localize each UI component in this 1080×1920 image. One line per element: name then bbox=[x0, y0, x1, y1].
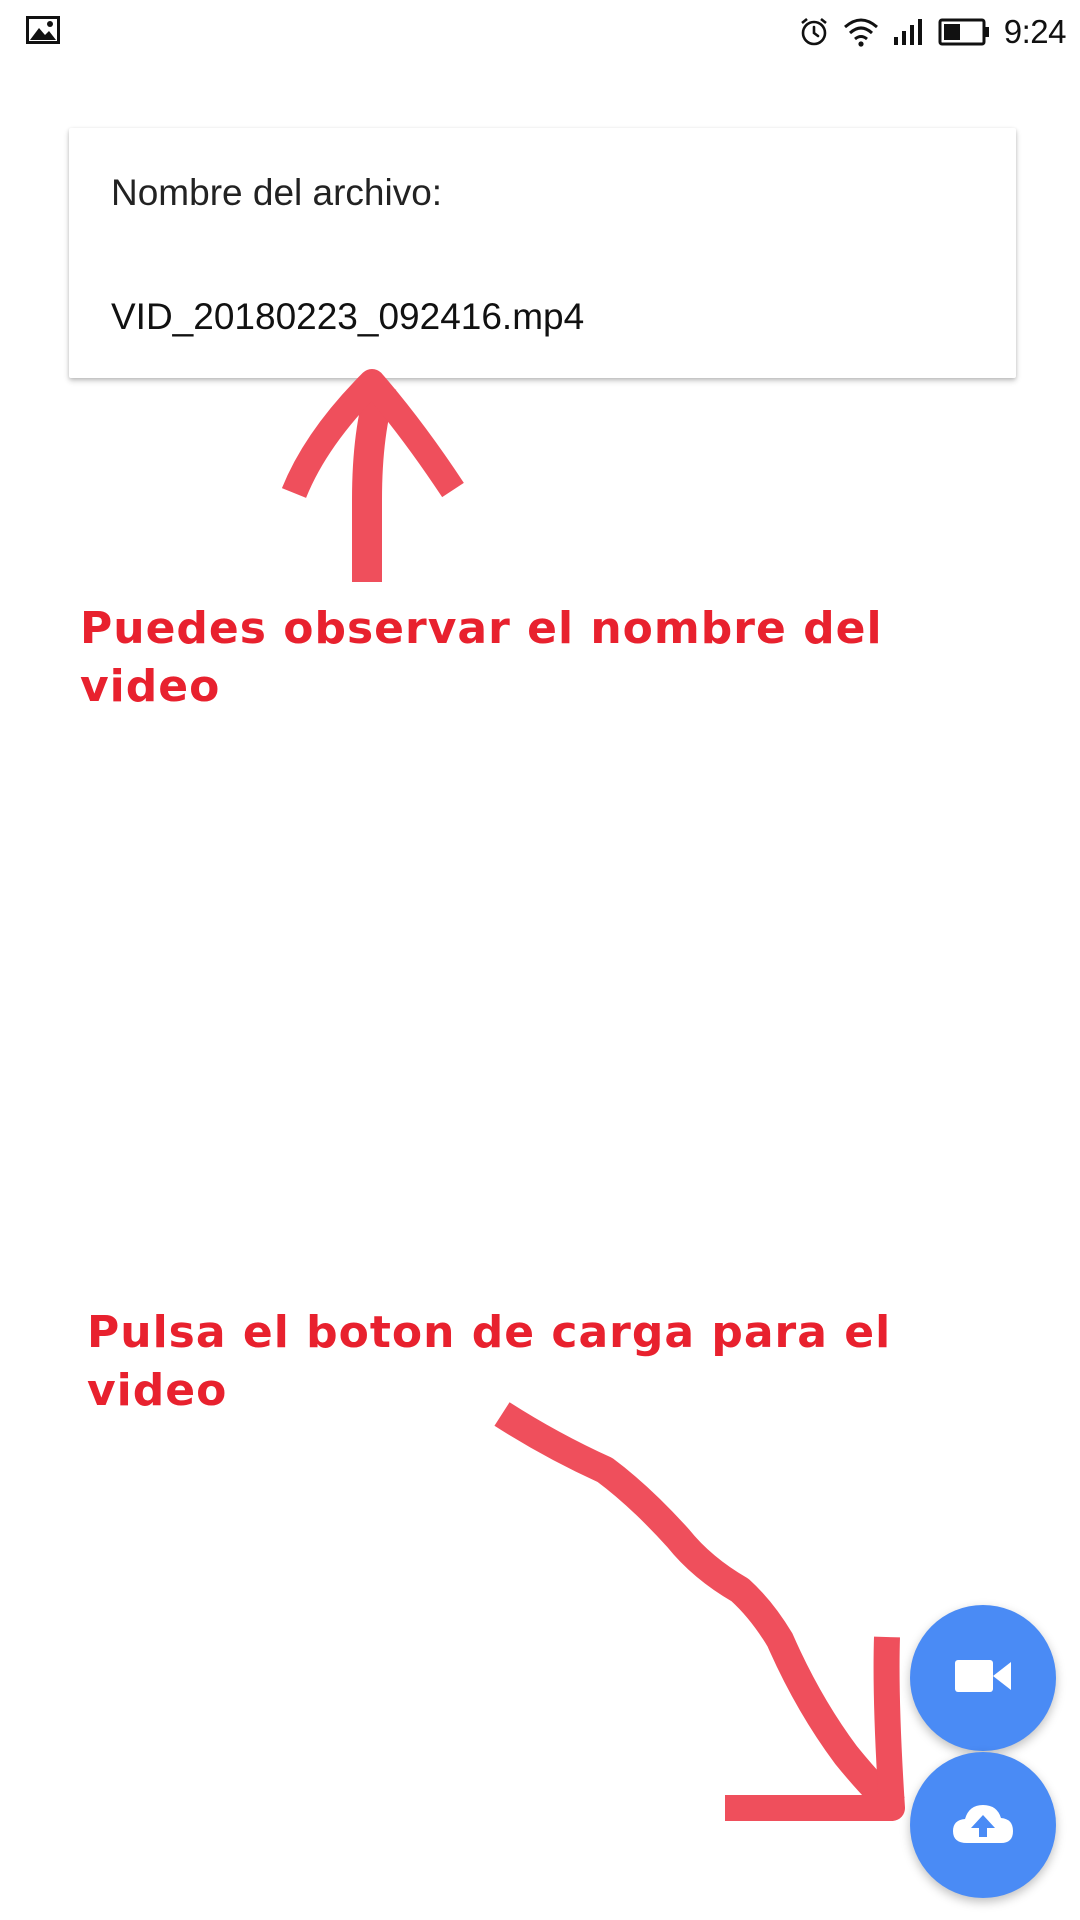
cloud-upload-icon bbox=[951, 1801, 1015, 1850]
annotation-upload: Pulsa el boton de carga para el video bbox=[87, 1304, 1007, 1420]
record-video-button[interactable] bbox=[910, 1605, 1056, 1751]
screen: 9:24 Nombre del archivo: VID_20180223_09… bbox=[0, 0, 1080, 1920]
videocam-icon bbox=[953, 1656, 1013, 1701]
file-name-label: Nombre del archivo: bbox=[111, 172, 443, 213]
annotation-line: video bbox=[80, 661, 221, 712]
annotation-line: Puedes observar el nombre del bbox=[80, 603, 883, 654]
upload-video-button[interactable] bbox=[910, 1752, 1056, 1898]
file-name-value: VID_20180223_092416.mp4 bbox=[111, 296, 585, 337]
annotation-file-name: Puedes observar el nombre del video bbox=[80, 600, 1000, 716]
status-bar: 9:24 bbox=[0, 0, 1080, 64]
up-arrow bbox=[281, 369, 464, 582]
signal-icon bbox=[892, 17, 926, 47]
annotation-line: Pulsa el boton de carga para el bbox=[87, 1307, 892, 1358]
curved-arrow bbox=[494, 1402, 905, 1821]
file-name-card: Nombre del archivo: VID_20180223_092416.… bbox=[69, 128, 1016, 378]
image-notification-icon bbox=[26, 16, 60, 44]
status-time: 9:24 bbox=[1003, 13, 1067, 50]
wifi-icon bbox=[842, 16, 880, 48]
status-icons: 9:24 bbox=[798, 8, 1067, 56]
battery-icon bbox=[938, 18, 990, 46]
annotation-line: video bbox=[87, 1365, 228, 1416]
alarm-icon bbox=[798, 16, 830, 48]
